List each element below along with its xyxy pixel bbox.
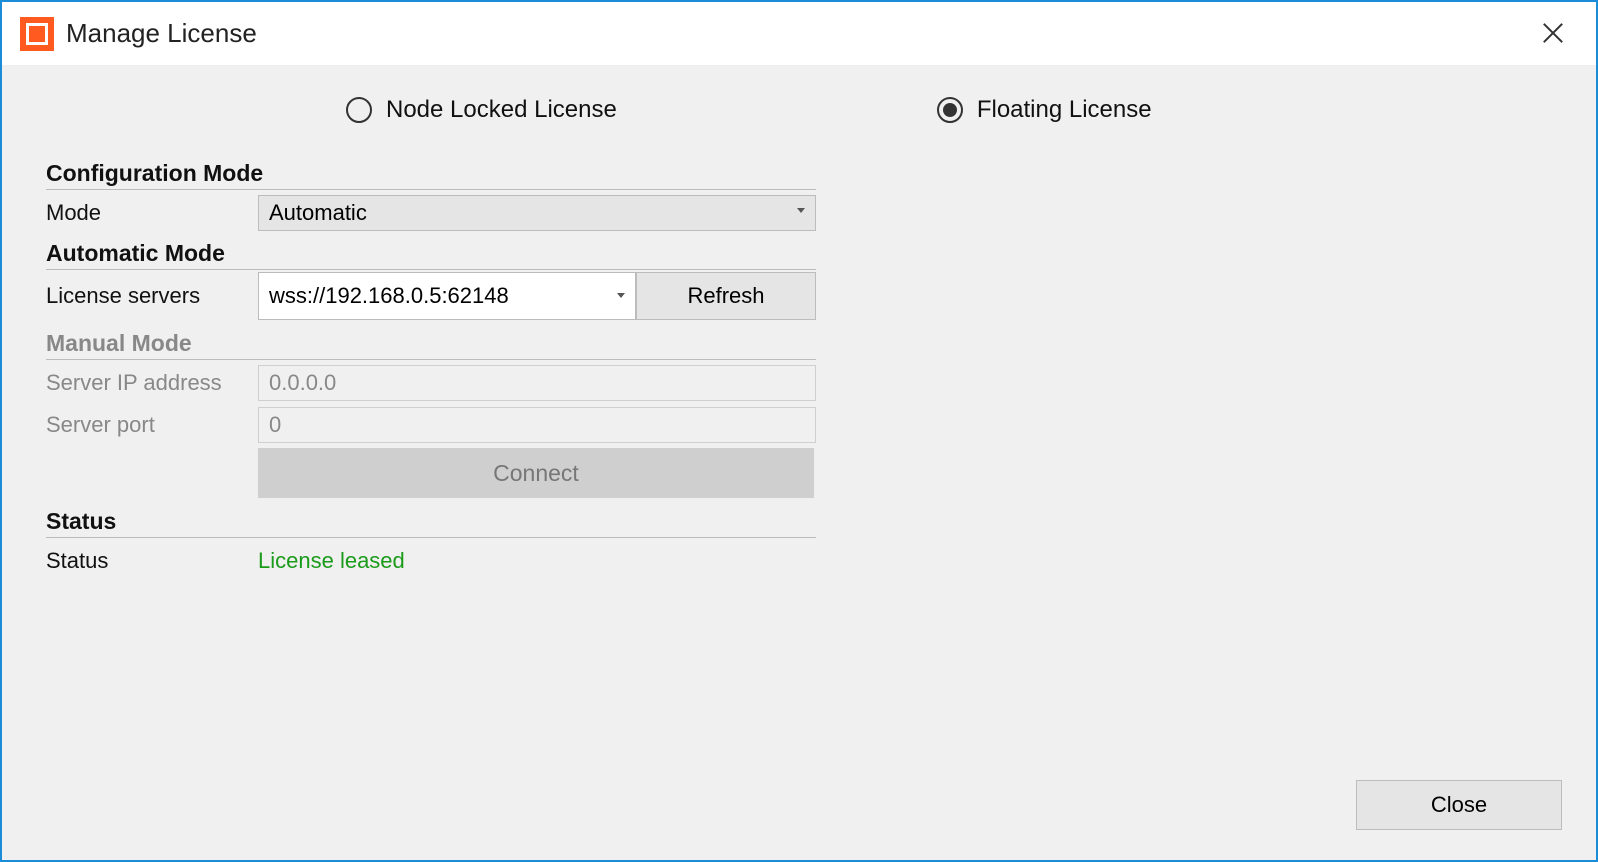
mode-label: Mode: [46, 194, 258, 232]
status-label: Status: [46, 542, 258, 580]
form-column: Configuration Mode Mode Automatic Automa…: [46, 160, 816, 580]
titlebar: Manage License: [2, 2, 1596, 66]
status-row: Status License leased: [46, 542, 816, 580]
automatic-mode-heading: Automatic Mode: [46, 240, 816, 270]
close-icon[interactable]: [1538, 18, 1568, 48]
license-servers-value: wss://192.168.0.5:62148: [269, 283, 509, 309]
license-servers-select[interactable]: wss://192.168.0.5:62148: [258, 272, 636, 320]
server-ip-label: Server IP address: [46, 364, 258, 402]
chevron-down-icon: [617, 293, 625, 298]
license-type-group: Node Locked License Floating License: [46, 90, 1560, 124]
radio-node-locked-label: Node Locked License: [386, 96, 617, 124]
chevron-down-icon: [797, 208, 805, 213]
manual-mode-heading: Manual Mode: [46, 330, 816, 360]
dialog-body: Node Locked License Floating License Con…: [2, 66, 1596, 860]
status-heading: Status: [46, 508, 816, 538]
manage-license-window: Manage License Node Locked License Float…: [0, 0, 1598, 862]
license-servers-label: License servers: [46, 272, 258, 320]
server-port-input: [258, 407, 816, 443]
radio-node-locked[interactable]: Node Locked License: [346, 96, 617, 124]
server-ip-input: [258, 365, 816, 401]
radio-floating-label: Floating License: [977, 96, 1152, 124]
close-button[interactable]: Close: [1356, 780, 1562, 830]
app-icon: [20, 17, 54, 51]
mode-select[interactable]: Automatic: [258, 195, 816, 231]
config-mode-heading: Configuration Mode: [46, 160, 816, 190]
mode-row: Mode Automatic: [46, 194, 816, 232]
status-value: License leased: [258, 542, 405, 580]
radio-floating[interactable]: Floating License: [937, 96, 1152, 124]
window-title: Manage License: [66, 18, 257, 49]
refresh-button[interactable]: Refresh: [636, 272, 816, 320]
license-servers-row: License servers wss://192.168.0.5:62148 …: [46, 272, 816, 320]
radio-icon: [937, 97, 963, 123]
server-port-label: Server port: [46, 406, 258, 444]
radio-icon: [346, 97, 372, 123]
server-ip-row: Server IP address: [46, 364, 816, 402]
server-port-row: Server port: [46, 406, 816, 444]
connect-button: Connect: [258, 448, 814, 498]
mode-select-value: Automatic: [269, 200, 367, 226]
